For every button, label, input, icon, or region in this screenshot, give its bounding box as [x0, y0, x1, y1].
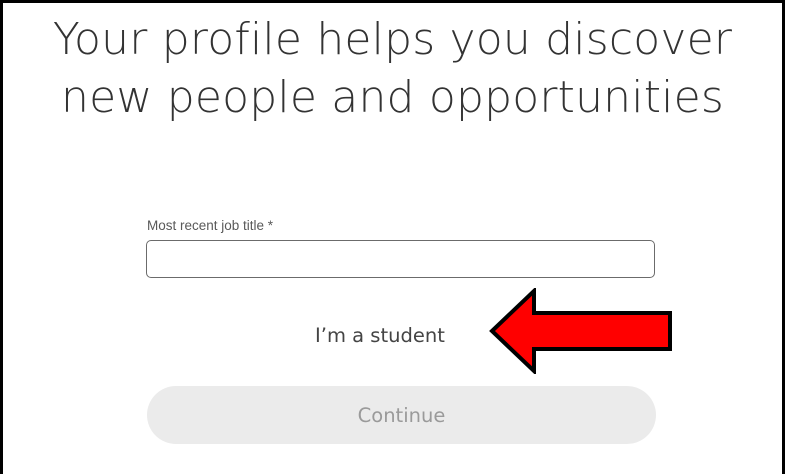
- red-arrow-annotation-icon: [489, 288, 672, 374]
- job-title-label: Most recent job title *: [147, 218, 274, 233]
- screenshot-frame: Your profile helps you discover new peop…: [0, 0, 785, 474]
- student-link[interactable]: I’m a student: [315, 324, 445, 347]
- continue-button[interactable]: Continue: [147, 386, 656, 444]
- job-title-input[interactable]: [146, 240, 655, 278]
- page-title: Your profile helps you discover new peop…: [52, 14, 733, 123]
